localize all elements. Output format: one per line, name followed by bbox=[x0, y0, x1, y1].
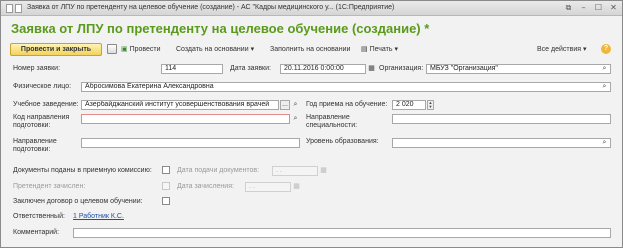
docs-submitted-label: Документы поданы в приемную комиссию: bbox=[13, 167, 152, 174]
window-title: Заявка от ЛПУ по претенденту на целевое … bbox=[27, 4, 395, 11]
education-level-label: Уровень образования: bbox=[306, 138, 379, 145]
institution-value: Азербайджанский институт усовершенствова… bbox=[85, 101, 270, 108]
organization-value: МБУЗ "Организация" bbox=[430, 65, 498, 72]
request-date-field[interactable]: 20.11.2016 0:00:00 bbox=[280, 64, 366, 74]
window-controls: ⧉ – ☐ ✕ bbox=[563, 3, 619, 14]
organization-field[interactable]: МБУЗ "Организация" bbox=[426, 64, 611, 74]
save-icon[interactable] bbox=[107, 44, 117, 54]
responsible-link[interactable]: 1 Работник К.С. bbox=[73, 213, 124, 220]
post-and-close-button[interactable]: Провести и закрыть bbox=[10, 43, 102, 56]
search-icon[interactable]: ⌕ bbox=[291, 100, 300, 109]
responsible-label: Ответственный: bbox=[13, 213, 65, 220]
form-title: Заявка от ЛПУ по претенденту на целевое … bbox=[11, 21, 430, 36]
fill-based-on-button[interactable]: Заполнить на основании bbox=[270, 44, 350, 55]
all-actions-menu[interactable]: Все действия ▾ bbox=[537, 44, 587, 55]
contract-label: Заключен договор о целевом обучении: bbox=[13, 198, 143, 205]
admission-year-value: 2 020 bbox=[396, 101, 414, 108]
calendar-icon[interactable]: ▦ bbox=[319, 166, 328, 175]
request-number-field[interactable]: 114 bbox=[161, 64, 223, 74]
calendar-icon[interactable]: ▦ bbox=[292, 182, 301, 191]
enrolled-checkbox[interactable] bbox=[162, 182, 170, 190]
print-menu[interactable]: ▤ Печать ▾ bbox=[361, 44, 398, 55]
request-date-value: 20.11.2016 0:00:00 bbox=[284, 65, 344, 72]
extra-window-icon[interactable]: ⧉ bbox=[563, 3, 574, 14]
print-label: Печать bbox=[369, 46, 393, 53]
search-icon[interactable]: ⌕ bbox=[600, 64, 609, 73]
specialty-direction-field[interactable] bbox=[392, 114, 611, 124]
institution-select-button[interactable]: ... bbox=[280, 100, 290, 110]
docs-date-label: Дата подачи документов: bbox=[177, 167, 260, 174]
training-code-label: Код направления подготовки: bbox=[13, 114, 70, 129]
chevron-down-icon: ▾ bbox=[250, 46, 255, 53]
person-value: Абросимова Екатерина Александровна bbox=[85, 83, 214, 90]
printer-icon: ▤ bbox=[361, 46, 368, 53]
enroll-date-field[interactable]: . . bbox=[245, 182, 291, 192]
request-number-value: 114 bbox=[165, 65, 177, 72]
title-bar: Заявка от ЛПУ по претенденту на целевое … bbox=[1, 1, 622, 16]
education-level-field[interactable] bbox=[392, 138, 611, 148]
create-based-on-label: Создать на основании bbox=[176, 46, 249, 53]
chevron-down-icon: ▾ bbox=[582, 46, 587, 53]
person-label: Физическое лицо: bbox=[13, 83, 72, 90]
training-code-field[interactable] bbox=[81, 114, 290, 124]
contract-checkbox[interactable] bbox=[162, 197, 170, 205]
enrolled-label: Претендент зачислен: bbox=[13, 183, 86, 190]
docs-date-value: . . bbox=[276, 167, 282, 174]
search-icon[interactable]: ⌕ bbox=[600, 82, 609, 91]
window-app-icon[interactable] bbox=[6, 4, 22, 13]
search-icon[interactable]: ⌕ bbox=[291, 114, 300, 123]
post-label: Провести bbox=[129, 46, 161, 53]
institution-field[interactable]: Азербайджанский институт усовершенствова… bbox=[81, 100, 279, 110]
training-direction-label: Направление подготовки: bbox=[13, 138, 57, 153]
post-icon: ▣ bbox=[121, 46, 128, 53]
search-icon[interactable]: ⌕ bbox=[600, 138, 609, 147]
close-button[interactable]: ✕ bbox=[608, 3, 619, 14]
docs-date-field[interactable]: . . bbox=[272, 166, 318, 176]
admission-year-stepper[interactable]: ▲ ▼ bbox=[427, 100, 434, 110]
institution-label: Учебное заведение: bbox=[13, 101, 79, 108]
minimize-button[interactable]: – bbox=[578, 3, 589, 14]
all-actions-label: Все действия bbox=[537, 46, 582, 53]
command-bar: Провести и закрыть ▣ Провести Создать на… bbox=[10, 43, 613, 57]
help-icon[interactable]: ? bbox=[601, 44, 611, 54]
post-button[interactable]: ▣ Провести bbox=[121, 44, 161, 55]
request-date-label: Дата заявки: bbox=[230, 65, 271, 72]
enroll-date-label: Дата зачисления: bbox=[177, 183, 234, 190]
admission-year-field[interactable]: 2 020 bbox=[392, 100, 426, 110]
create-based-on-menu[interactable]: Создать на основании ▾ bbox=[176, 44, 254, 55]
comment-field[interactable] bbox=[73, 228, 611, 238]
calendar-icon[interactable]: ▦ bbox=[367, 64, 376, 73]
comment-label: Комментарий: bbox=[13, 229, 60, 236]
organization-label: Организация: bbox=[379, 65, 424, 72]
training-direction-field[interactable] bbox=[81, 138, 300, 148]
admission-year-label: Год приема на обучение: bbox=[306, 101, 388, 108]
request-number-label: Номер заявки: bbox=[13, 65, 61, 72]
document-window: Заявка от ЛПУ по претенденту на целевое … bbox=[0, 0, 623, 248]
specialty-direction-label: Направление специальности: bbox=[306, 114, 358, 129]
enroll-date-value: . . bbox=[249, 183, 255, 190]
docs-submitted-checkbox[interactable] bbox=[162, 166, 170, 174]
chevron-down-icon: ▾ bbox=[394, 46, 398, 53]
person-field[interactable]: Абросимова Екатерина Александровна bbox=[81, 82, 611, 92]
maximize-button[interactable]: ☐ bbox=[593, 3, 604, 14]
